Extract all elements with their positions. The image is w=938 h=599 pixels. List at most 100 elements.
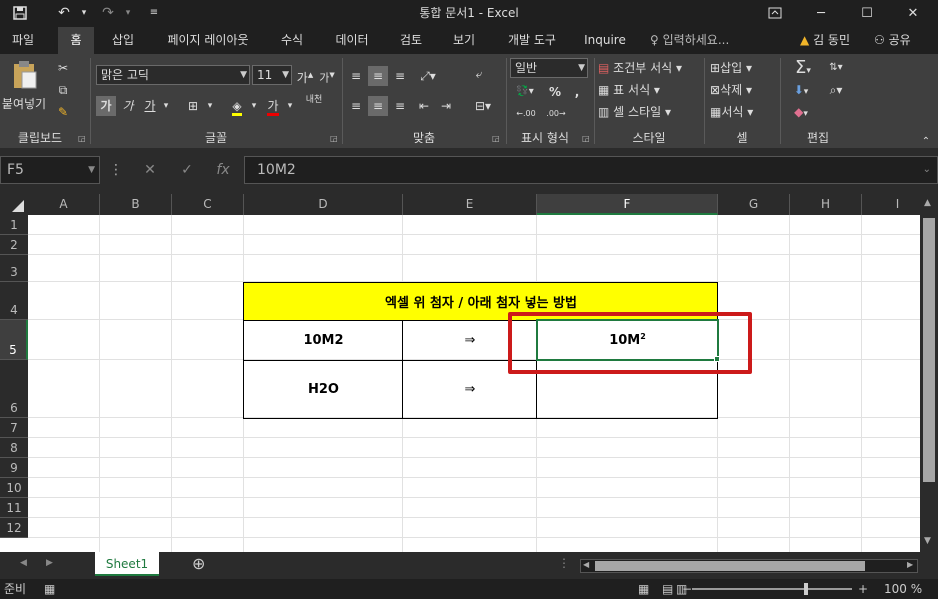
tab-home[interactable]: 홈 xyxy=(58,27,94,54)
insert-function-icon[interactable]: fx xyxy=(206,156,240,184)
phonetic-guide-button[interactable]: 내천 xyxy=(302,94,326,114)
page-layout-view-icon[interactable]: ▤ xyxy=(662,579,673,599)
copy-icon[interactable]: ⧉ xyxy=(52,80,74,100)
column-header-e[interactable]: E xyxy=(403,194,537,215)
row-header-11[interactable]: 11 xyxy=(0,498,28,518)
column-header-a[interactable]: A xyxy=(28,194,100,215)
select-all-button[interactable] xyxy=(0,194,28,215)
decrease-decimal-icon[interactable]: .00→ xyxy=(542,104,570,124)
clipboard-launcher-icon[interactable]: ◲ xyxy=(78,134,88,144)
fill-color-icon[interactable]: ◈ xyxy=(226,96,248,116)
conditional-formatting-button[interactable]: ▤ 조건부 서식 ▾ xyxy=(598,58,698,78)
cell-d6[interactable]: H2O xyxy=(244,360,403,418)
formula-input[interactable]: 10M2 ⌄ xyxy=(244,156,938,184)
find-select-icon[interactable]: ⌕▾ xyxy=(822,80,850,100)
row-header-8[interactable]: 8 xyxy=(0,438,28,458)
tab-developer[interactable]: 개발 도구 xyxy=(496,27,568,54)
tab-data[interactable]: 데이터 xyxy=(326,27,378,54)
column-header-c[interactable]: C xyxy=(172,194,244,215)
scroll-down-icon[interactable]: ▼ xyxy=(924,536,931,546)
format-as-table-button[interactable]: ▦ 표 서식 ▾ xyxy=(598,80,698,100)
undo-icon[interactable]: ↶ xyxy=(52,2,76,24)
align-left-icon[interactable]: ≡ xyxy=(346,96,366,116)
cancel-entry-icon[interactable]: ✕ xyxy=(130,156,170,184)
format-painter-icon[interactable]: ✎ xyxy=(52,102,74,122)
increase-decimal-icon[interactable]: ←.00 xyxy=(512,104,540,124)
row-header-1[interactable]: 1 xyxy=(0,215,28,235)
share-button[interactable]: ⚇ 공유 xyxy=(874,27,911,54)
format-cells-button[interactable]: ▦서식 ▾ xyxy=(710,102,780,122)
grow-font-icon[interactable]: 가▲ xyxy=(296,65,314,85)
shrink-font-icon[interactable]: 가▼ xyxy=(318,65,336,85)
alignment-launcher-icon[interactable]: ◲ xyxy=(492,134,502,144)
align-right-icon[interactable]: ≡ xyxy=(390,96,410,116)
save-icon[interactable] xyxy=(6,2,34,24)
italic-button[interactable]: 가 xyxy=(118,96,138,116)
zoom-slider-track[interactable] xyxy=(692,588,852,590)
font-color-dropdown-icon[interactable]: ▾ xyxy=(284,96,296,116)
zoom-slider-thumb[interactable] xyxy=(804,583,808,595)
sheet-tab-sheet1[interactable]: Sheet1 xyxy=(95,552,159,576)
normal-view-icon[interactable]: ▦ xyxy=(638,579,649,599)
prev-sheet-icon[interactable]: ◀ xyxy=(20,558,27,568)
column-header-g[interactable]: G xyxy=(718,194,790,215)
borders-dropdown-icon[interactable]: ▾ xyxy=(204,96,216,116)
close-icon[interactable]: ✕ xyxy=(890,0,936,27)
scroll-up-icon[interactable]: ▲ xyxy=(924,198,931,208)
borders-icon[interactable]: ⊞ xyxy=(182,96,204,116)
horizontal-scroll-thumb[interactable] xyxy=(595,561,865,571)
maximize-icon[interactable]: ☐ xyxy=(844,0,890,27)
worksheet-grid[interactable]: ABCDEFGHI 1 2 3 4 5 6 7 8 9 10 11 12 엑셀 위 첨자 / 아래 첨… xyxy=(0,194,920,552)
percent-button[interactable]: % xyxy=(546,82,564,102)
font-launcher-icon[interactable]: ◲ xyxy=(330,134,340,144)
align-center-icon[interactable]: ≡ xyxy=(368,96,388,116)
orientation-icon[interactable]: ⤢▾ xyxy=(414,66,442,86)
column-header-f[interactable]: F xyxy=(537,194,718,215)
cell-d5[interactable]: 10M2 xyxy=(244,320,403,360)
tab-file[interactable]: 파일 xyxy=(0,27,46,54)
row-header-7[interactable]: 7 xyxy=(0,418,28,438)
row-header-6[interactable]: 6 xyxy=(0,360,28,418)
undo-dropdown-icon[interactable]: ▾ xyxy=(78,2,90,24)
zoom-out-icon[interactable]: − xyxy=(682,579,692,599)
wrap-text-icon[interactable]: ⤶ xyxy=(468,64,490,84)
row-header-12[interactable]: 12 xyxy=(0,518,28,538)
tab-page-layout[interactable]: 페이지 레이아웃 xyxy=(154,27,262,54)
row-header-10[interactable]: 10 xyxy=(0,478,28,498)
increase-indent-icon[interactable]: ⇥ xyxy=(436,96,456,116)
scroll-left-icon[interactable]: ◀ xyxy=(583,560,589,569)
row-header-5[interactable]: 5 xyxy=(0,320,28,360)
row-header-4[interactable]: 4 xyxy=(0,282,28,320)
align-top-icon[interactable]: ≡ xyxy=(346,66,366,86)
autosum-icon[interactable]: Σ▾ xyxy=(784,58,822,78)
sort-filter-icon[interactable]: ⇅▾ xyxy=(822,58,850,78)
delete-cells-button[interactable]: ⊠삭제 ▾ xyxy=(710,80,780,100)
fill-icon[interactable]: ⬇▾ xyxy=(786,80,816,100)
redo-icon[interactable]: ↷ xyxy=(96,2,120,24)
scroll-right-icon[interactable]: ▶ xyxy=(907,560,913,569)
bold-button[interactable]: 가 xyxy=(96,96,116,116)
user-account[interactable]: ▲ 김 동민 xyxy=(800,27,850,54)
cut-icon[interactable]: ✂ xyxy=(52,58,74,78)
align-bottom-icon[interactable]: ≡ xyxy=(390,66,410,86)
tab-insert[interactable]: 삽입 xyxy=(100,27,146,54)
tab-split-icon[interactable]: ⋮ xyxy=(558,556,570,570)
tab-review[interactable]: 검토 xyxy=(388,27,434,54)
underline-button[interactable]: 가 xyxy=(140,96,160,116)
confirm-entry-icon[interactable]: ✓ xyxy=(170,156,204,184)
column-header-b[interactable]: B xyxy=(100,194,172,215)
next-sheet-icon[interactable]: ▶ xyxy=(46,558,53,568)
cell-styles-button[interactable]: ▥ 셀 스타일 ▾ xyxy=(598,102,698,122)
tab-formulas[interactable]: 수식 xyxy=(268,27,316,54)
tell-me-box[interactable]: ♀ 입력하세요... xyxy=(650,27,729,54)
column-header-d[interactable]: D xyxy=(244,194,403,215)
decrease-indent-icon[interactable]: ⇤ xyxy=(414,96,434,116)
row-header-2[interactable]: 2 xyxy=(0,235,28,255)
align-middle-icon[interactable]: ≡ xyxy=(368,66,388,86)
row-header-3[interactable]: 3 xyxy=(0,255,28,282)
underline-dropdown-icon[interactable]: ▾ xyxy=(160,96,172,116)
number-launcher-icon[interactable]: ◲ xyxy=(582,134,592,144)
clear-icon[interactable]: ◆▾ xyxy=(786,102,816,122)
column-header-i[interactable]: I xyxy=(862,194,920,215)
vertical-scrollbar[interactable]: ▲ ▼ xyxy=(920,194,938,552)
